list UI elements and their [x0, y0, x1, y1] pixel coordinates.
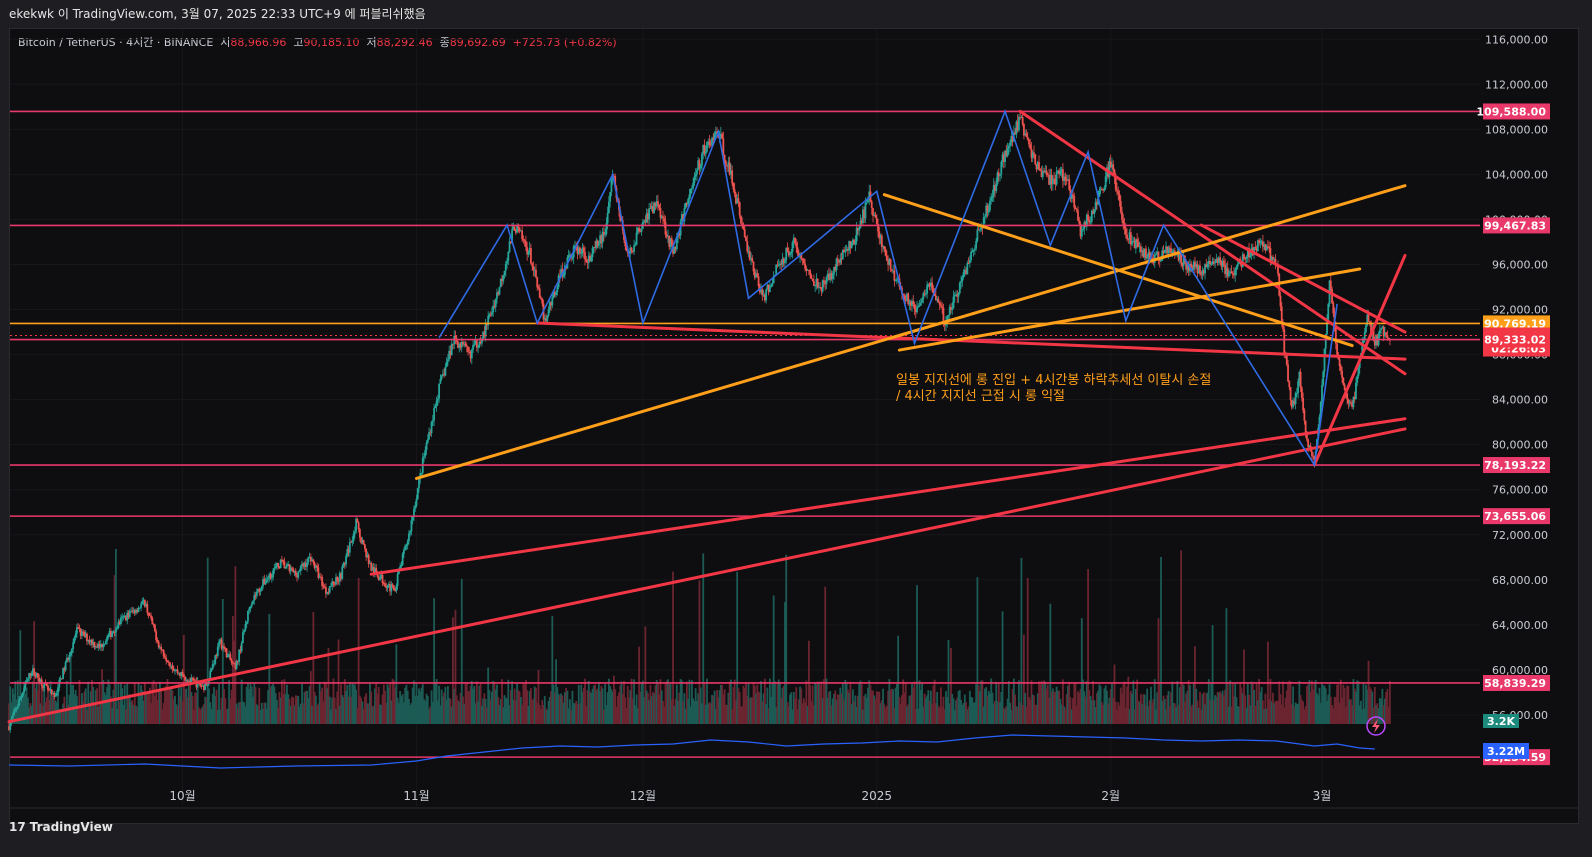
change-value: +725.73 (+0.82%)	[512, 36, 617, 49]
symbol-title[interactable]: Bitcoin / TetherUS · 4시간 · BINANCE	[18, 36, 213, 49]
chart-frame[interactable]	[9, 28, 1579, 824]
open-value: 88,966.96	[230, 36, 287, 49]
low-value: 88,292.46	[376, 36, 433, 49]
tradingview-logo[interactable]: 17 TradingView	[9, 820, 113, 834]
symbol-legend: Bitcoin / TetherUS · 4시간 · BINANCE 시88,9…	[18, 34, 617, 50]
publish-line: ekekwk 이 TradingView.com, 3월 07, 2025 22…	[9, 7, 426, 21]
low-label: 저	[366, 36, 377, 49]
publish-header: ekekwk 이 TradingView.com, 3월 07, 2025 22…	[0, 0, 1592, 28]
close-value: 89,692.69	[449, 36, 506, 49]
high-label: 고	[293, 36, 304, 49]
open-label: 시	[220, 36, 231, 49]
tv-brand-text: TradingView	[29, 820, 113, 834]
tv-logo-icon: 17	[9, 820, 26, 834]
high-value: 90,185.10	[303, 36, 360, 49]
close-label: 종	[439, 36, 450, 49]
